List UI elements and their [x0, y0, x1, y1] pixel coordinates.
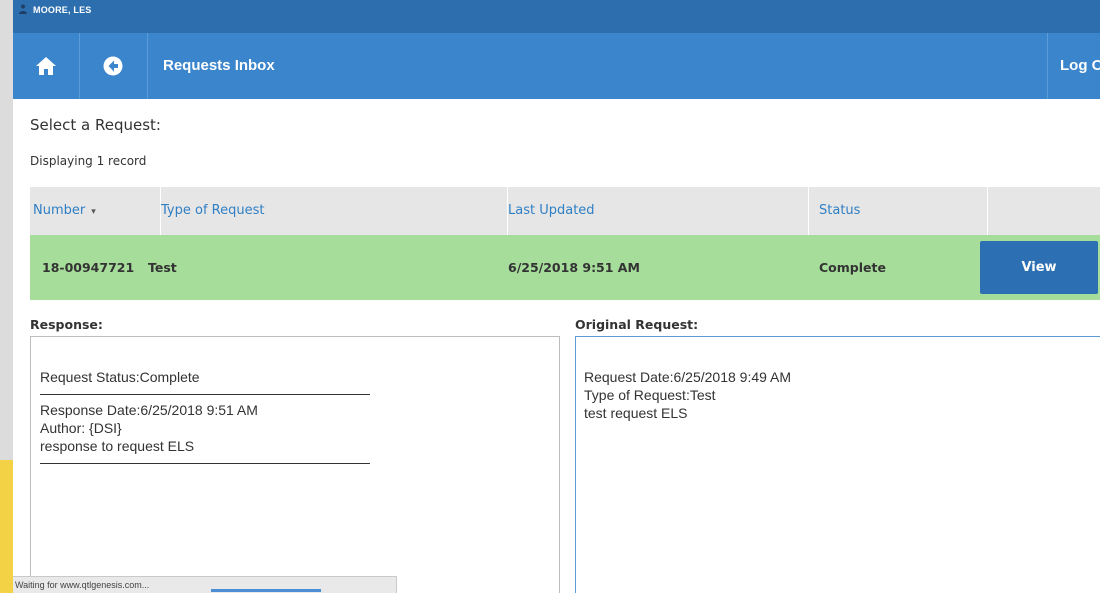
response-textbox[interactable]: Request Status:Complete Response Date:6/… [30, 336, 560, 593]
original-type-line: Type of Request:Test [584, 387, 716, 403]
response-body-line: response to request ELS [40, 438, 195, 454]
home-icon [36, 57, 56, 75]
column-header-number[interactable]: Number ▾ [30, 187, 161, 235]
left-background-strip [0, 0, 13, 460]
cell-status: Complete [819, 260, 886, 275]
app-window: MOORE, LES Requests Inbox Log Out Select… [13, 0, 1100, 593]
column-header-type[interactable]: Type of Request [161, 187, 508, 235]
divider [40, 463, 370, 464]
browser-status-text: Waiting for www.qtlgenesis.com... [15, 580, 150, 590]
column-header-last-updated[interactable]: Last Updated [508, 187, 809, 235]
response-content: Request Status:Complete Response Date:6/… [40, 368, 370, 470]
cell-type: Test [148, 260, 177, 275]
select-request-heading: Select a Request: [30, 116, 161, 134]
logout-button[interactable]: Log Out [1047, 33, 1100, 99]
column-header-status[interactable]: Status [819, 187, 988, 235]
view-button[interactable]: View [980, 241, 1098, 294]
response-label: Response: [30, 317, 103, 332]
cell-last-updated: 6/25/2018 9:51 AM [508, 260, 640, 275]
original-request-textbox[interactable]: Request Date:6/25/2018 9:49 AM Type of R… [575, 336, 1100, 593]
divider [40, 394, 370, 395]
table-row[interactable]: 18-00947721 Test 6/25/2018 9:51 AM Compl… [30, 235, 1100, 300]
browser-status-bar: Waiting for www.qtlgenesis.com... [13, 576, 397, 593]
loading-progress-bar [211, 589, 321, 592]
home-button[interactable] [13, 33, 80, 99]
person-icon [19, 4, 27, 14]
record-count: Displaying 1 record [30, 154, 147, 168]
sort-desc-icon: ▾ [91, 207, 96, 217]
logout-label: Log Out [1060, 57, 1100, 74]
response-date-line: Response Date:6/25/2018 9:51 AM [40, 402, 258, 418]
original-request-label: Original Request: [575, 317, 699, 332]
original-date-line: Request Date:6/25/2018 9:49 AM [584, 369, 792, 385]
user-bar: MOORE, LES [13, 0, 1100, 33]
back-button[interactable] [79, 33, 148, 99]
page-title: Requests Inbox [163, 57, 275, 74]
column-header-number-label: Number [33, 203, 86, 218]
arrow-left-circle-icon [103, 56, 123, 76]
nav-bar: Requests Inbox Log Out [13, 33, 1100, 99]
left-accent-strip [0, 460, 13, 593]
response-author-line: Author: {DSI} [40, 420, 122, 436]
user-name: MOORE, LES [33, 5, 92, 15]
table-header: Number ▾ Type of Request Last Updated Sta… [30, 187, 1100, 235]
response-status-line: Request Status:Complete [40, 369, 200, 385]
original-body-line: test request ELS [584, 405, 688, 421]
original-request-content: Request Date:6/25/2018 9:49 AM Type of R… [584, 368, 984, 422]
cell-number: 18-00947721 [42, 260, 135, 275]
